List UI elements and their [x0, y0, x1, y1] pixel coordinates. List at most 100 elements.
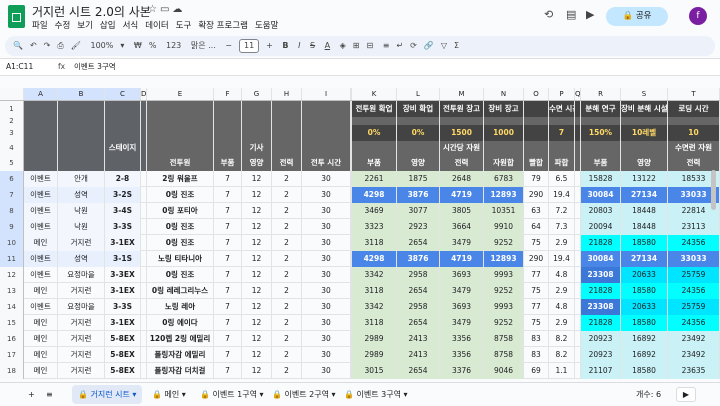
cell-K14[interactable]: 3342 — [352, 299, 397, 315]
cell-A13[interactable]: 메인 — [24, 283, 58, 299]
row-number[interactable]: 17 — [0, 347, 24, 363]
cell-S10[interactable]: 18580 — [621, 235, 668, 251]
cell-P16[interactable]: 8.2 — [549, 331, 575, 347]
vertical-scrollbar[interactable] — [711, 170, 716, 210]
cell-A11[interactable]: 이벤트 — [24, 251, 58, 267]
cell-O11[interactable]: 290 — [524, 251, 549, 267]
cell-B18[interactable]: 거지런 — [58, 363, 105, 379]
cell-C9[interactable]: 3-3S — [105, 219, 141, 235]
row-number[interactable]: 3 — [0, 125, 24, 141]
cell-H7[interactable]: 2 — [272, 187, 302, 203]
cell-T2[interactable] — [668, 117, 720, 125]
cell-T14[interactable]: 25759 — [668, 299, 720, 315]
cell-N11[interactable]: 12893 — [484, 251, 524, 267]
column-header-R[interactable]: R — [581, 88, 621, 100]
select-all-corner[interactable] — [0, 88, 24, 100]
column-header-E[interactable]: E — [147, 88, 214, 100]
cell-N1[interactable]: 장비 장고 — [484, 101, 524, 117]
wrap-icon[interactable]: ↵ — [396, 41, 403, 50]
row-number[interactable]: 18 — [0, 363, 24, 379]
menu-item[interactable]: 파일 — [32, 21, 48, 31]
cell-L10[interactable]: 2654 — [397, 235, 440, 251]
cell-R5[interactable]: 부품 — [581, 155, 621, 171]
cell-C11[interactable]: 3-1S — [105, 251, 141, 267]
cell-C2[interactable] — [105, 117, 141, 125]
cell-K8[interactable]: 3469 — [352, 203, 397, 219]
row-number[interactable]: 13 — [0, 283, 24, 299]
cell-F13[interactable]: 7 — [214, 283, 242, 299]
cell-T11[interactable]: 33033 — [668, 251, 720, 267]
cell-P9[interactable]: 7.3 — [549, 219, 575, 235]
cell-K3[interactable]: 0% — [352, 125, 397, 141]
cell-R15[interactable]: 21828 — [581, 315, 621, 331]
cell-H16[interactable]: 2 — [272, 331, 302, 347]
cell-R17[interactable]: 20923 — [581, 347, 621, 363]
cell-K16[interactable]: 2989 — [352, 331, 397, 347]
cell-I2[interactable] — [302, 117, 351, 125]
cell-M18[interactable]: 3376 — [440, 363, 484, 379]
cell-F3[interactable] — [214, 125, 242, 141]
menu-item[interactable]: 보기 — [77, 21, 93, 31]
strike-button[interactable]: S — [310, 41, 315, 50]
cell-C15[interactable]: 3-1EX — [105, 315, 141, 331]
cell-H11[interactable]: 2 — [272, 251, 302, 267]
cell-I12[interactable]: 30 — [302, 267, 351, 283]
cell-N5[interactable]: 자원합 — [484, 155, 524, 171]
cell-S13[interactable]: 18580 — [621, 283, 668, 299]
cell-P1[interactable]: 수면 시간 — [549, 101, 575, 117]
cell-E8[interactable]: 0링 포티아 — [147, 203, 214, 219]
cell-T18[interactable]: 23635 — [668, 363, 720, 379]
cell-M6[interactable]: 2648 — [440, 171, 484, 187]
cell-S8[interactable]: 18448 — [621, 203, 668, 219]
redo-icon[interactable]: ↷ — [44, 41, 51, 50]
cell-S5[interactable]: 영양 — [621, 155, 668, 171]
cell-B1[interactable] — [58, 101, 105, 117]
cell-B17[interactable]: 거지런 — [58, 347, 105, 363]
cell-C16[interactable]: 5-8EX — [105, 331, 141, 347]
cell-S4[interactable] — [621, 141, 668, 155]
explore-button[interactable]: ▶ — [676, 387, 696, 402]
column-header-F[interactable]: F — [214, 88, 242, 100]
cell-A17[interactable]: 메인 — [24, 347, 58, 363]
cell-I4[interactable] — [302, 141, 351, 155]
cell-P11[interactable]: 19.4 — [549, 251, 575, 267]
cell-O8[interactable]: 63 — [524, 203, 549, 219]
cell-N9[interactable]: 9910 — [484, 219, 524, 235]
row-number[interactable]: 15 — [0, 315, 24, 331]
cell-F16[interactable]: 7 — [214, 331, 242, 347]
cell-C17[interactable]: 5-8EX — [105, 347, 141, 363]
cell-F2[interactable] — [214, 117, 242, 125]
cell-T3[interactable]: 10 — [668, 125, 720, 141]
all-sheets-button[interactable]: ≡ — [40, 383, 59, 406]
cell-G7[interactable]: 12 — [242, 187, 272, 203]
cell-A8[interactable]: 이벤트 — [24, 203, 58, 219]
row-number[interactable]: 6 — [0, 171, 24, 187]
cell-O15[interactable]: 75 — [524, 315, 549, 331]
cell-F7[interactable]: 7 — [214, 187, 242, 203]
cell-F17[interactable]: 7 — [214, 347, 242, 363]
cell-I1[interactable] — [302, 101, 351, 117]
cell-I13[interactable]: 30 — [302, 283, 351, 299]
cell-E6[interactable]: 2링 워울프 — [147, 171, 214, 187]
cell-C10[interactable]: 3-1EX — [105, 235, 141, 251]
cell-O1[interactable] — [524, 101, 549, 117]
cell-L7[interactable]: 3876 — [397, 187, 440, 203]
cell-L9[interactable]: 2923 — [397, 219, 440, 235]
cell-R12[interactable]: 23308 — [581, 267, 621, 283]
sheet-tab[interactable]: 🔒 메인 ▾ — [146, 383, 192, 406]
cell-M4[interactable]: 시간당 자원 — [440, 141, 484, 155]
cell-H12[interactable]: 2 — [272, 267, 302, 283]
cell-A15[interactable]: 메인 — [24, 315, 58, 331]
cell-B14[interactable]: 요정마을 — [58, 299, 105, 315]
cell-H18[interactable]: 2 — [272, 363, 302, 379]
cell-H8[interactable]: 2 — [272, 203, 302, 219]
cell-A18[interactable]: 메인 — [24, 363, 58, 379]
cell-G17[interactable]: 12 — [242, 347, 272, 363]
cell-L5[interactable]: 영양 — [397, 155, 440, 171]
cell-A1[interactable] — [24, 101, 58, 117]
cell-T4[interactable]: 수면런 자원 — [668, 141, 720, 155]
cell-E1[interactable] — [147, 101, 214, 117]
cell-L16[interactable]: 2413 — [397, 331, 440, 347]
cell-P4[interactable] — [549, 141, 575, 155]
cell-F18[interactable]: 7 — [214, 363, 242, 379]
